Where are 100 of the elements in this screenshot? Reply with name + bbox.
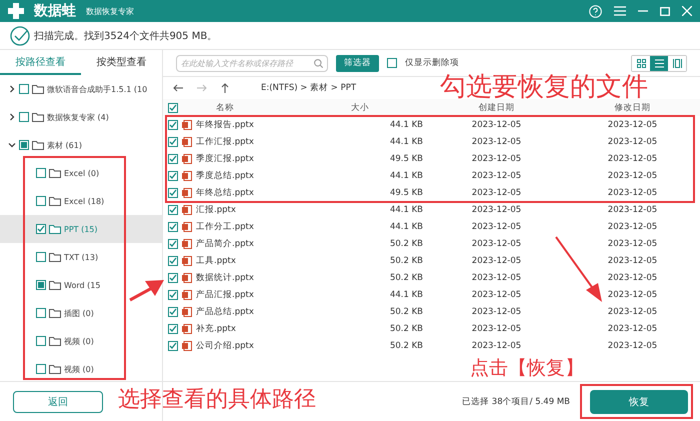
file-size: 50.2 KB <box>390 272 423 282</box>
checkbox[interactable] <box>168 238 178 248</box>
tree-item[interactable]: 视频 (0) <box>0 355 162 381</box>
tree-label: 微软语音合成助手1.5.1 (10 <box>47 84 148 94</box>
checkbox[interactable] <box>168 340 178 350</box>
annotation-arrow <box>129 280 164 302</box>
created-date: 2023-12-05 <box>472 256 522 266</box>
checkbox[interactable] <box>168 306 178 316</box>
modified-date: 2023-12-05 <box>608 120 658 130</box>
file-size: 44.1 KB <box>390 222 423 232</box>
ppt-file-icon <box>182 136 192 146</box>
tree-item[interactable]: 视频 (0) <box>0 327 162 355</box>
ppt-file-icon <box>182 238 192 248</box>
up-arrow-icon[interactable] <box>221 83 229 93</box>
cross-logo-icon <box>8 3 24 19</box>
chevron-right-icon[interactable] <box>8 113 16 121</box>
checkbox[interactable] <box>168 188 178 198</box>
search-icon <box>314 58 323 68</box>
ppt-file-icon <box>182 290 192 300</box>
tree-item[interactable]: 素材 (61) <box>0 131 162 159</box>
close-icon[interactable] <box>682 6 692 16</box>
chevron-down-icon[interactable] <box>8 141 16 149</box>
checkbox[interactable] <box>168 256 178 266</box>
help-icon[interactable] <box>589 4 602 18</box>
checkbox[interactable] <box>36 224 46 234</box>
checkbox[interactable] <box>168 290 178 300</box>
folder-icon <box>49 168 61 178</box>
modified-date: 2023-12-05 <box>608 290 658 300</box>
checkbox[interactable] <box>168 204 178 214</box>
ppt-file-icon <box>182 272 192 282</box>
checkbox[interactable] <box>168 222 178 232</box>
checkbox[interactable] <box>168 170 178 180</box>
chevron-right-icon[interactable] <box>8 85 16 93</box>
file-size: 44.1 KB <box>390 136 423 146</box>
back-button[interactable]: 返回 <box>13 390 103 412</box>
file-name: 工具.pptx <box>196 254 236 266</box>
tree-item[interactable]: 微软语音合成助手1.5.1 (10 <box>0 75 162 103</box>
checkbox[interactable] <box>36 168 46 178</box>
checkbox[interactable] <box>168 324 178 334</box>
checkbox[interactable] <box>168 136 178 146</box>
created-date: 2023-12-05 <box>472 188 522 198</box>
view-tab[interactable]: 按类型查看 <box>81 50 162 75</box>
created-date: 2023-12-05 <box>472 204 522 214</box>
file-name: 季度汇报.pptx <box>196 152 254 164</box>
checkbox[interactable] <box>19 84 29 94</box>
tree-label: PPT (15) <box>64 224 98 234</box>
file-name: 补充.pptx <box>196 322 236 334</box>
tree-item[interactable]: Excel (0) <box>0 159 162 187</box>
filter-button[interactable]: 筛选器 <box>336 54 379 72</box>
tree-item[interactable]: 数据恢复专家 (4) <box>0 103 162 131</box>
ppt-file-icon <box>182 306 192 316</box>
back-arrow-icon[interactable] <box>173 84 183 92</box>
checkbox[interactable] <box>36 308 46 318</box>
grid-icon <box>636 58 646 68</box>
annotation-arrow <box>555 236 602 302</box>
folder-icon <box>49 224 61 234</box>
tree-item[interactable]: Excel (18) <box>0 187 162 215</box>
file-name: 产品总结.pptx <box>196 306 254 318</box>
app-subtitle: 数据恢复专家 <box>86 6 134 16</box>
checkbox[interactable] <box>36 336 46 346</box>
checkbox[interactable] <box>168 272 178 282</box>
file-size: 50.2 KB <box>390 238 423 248</box>
tree-label: 视频 (0) <box>64 364 94 374</box>
created-date: 2023-12-05 <box>472 340 522 350</box>
checkbox[interactable] <box>36 196 46 206</box>
ppt-file-icon <box>182 222 192 232</box>
tree-item[interactable]: 插图 (0) <box>0 299 162 327</box>
ppt-file-icon <box>182 340 192 350</box>
checkbox[interactable] <box>19 112 29 122</box>
list-view-button[interactable] <box>650 56 668 70</box>
search-field[interactable]: 在此处输入文件名称或保存路径 <box>176 54 328 72</box>
created-date: 2023-12-05 <box>472 154 522 164</box>
folder-icon <box>32 84 44 94</box>
checkbox[interactable] <box>168 154 178 164</box>
app-name: 数据蛙 <box>34 2 76 20</box>
ppt-file-icon <box>182 204 192 214</box>
file-size: 49.5 KB <box>390 188 423 198</box>
selection-summary: 已选择 38个项目/ 5.49 MB <box>462 396 570 408</box>
select-all-checkbox[interactable] <box>168 102 178 112</box>
checkbox[interactable] <box>36 252 46 262</box>
checkbox[interactable] <box>36 364 46 374</box>
tree-label: 视频 (0) <box>64 336 94 346</box>
maximize-icon[interactable] <box>660 6 670 16</box>
minimize-icon[interactable] <box>638 10 648 12</box>
folder-icon <box>49 252 61 262</box>
checkbox[interactable] <box>387 58 397 68</box>
file-name: 年终总结.pptx <box>196 186 254 198</box>
modified-date: 2023-12-05 <box>608 324 658 334</box>
modified-date: 2023-12-05 <box>608 170 658 180</box>
tree-item[interactable]: Word (15 <box>0 271 162 299</box>
checkbox[interactable] <box>168 120 178 130</box>
menu-icon[interactable] <box>614 6 626 16</box>
view-tab[interactable]: 按路径查看 <box>0 50 81 75</box>
file-name: 工作汇报.pptx <box>196 136 254 148</box>
scan-status: 扫描完成。找到3524个文件共905 MB。 <box>34 30 218 42</box>
tree-label: Excel (18) <box>64 196 104 206</box>
recover-button[interactable]: 恢复 <box>590 390 688 414</box>
tree-item[interactable]: TXT (13) <box>0 243 162 271</box>
file-size: 50.2 KB <box>390 306 423 316</box>
modified-date: 2023-12-05 <box>608 154 658 164</box>
